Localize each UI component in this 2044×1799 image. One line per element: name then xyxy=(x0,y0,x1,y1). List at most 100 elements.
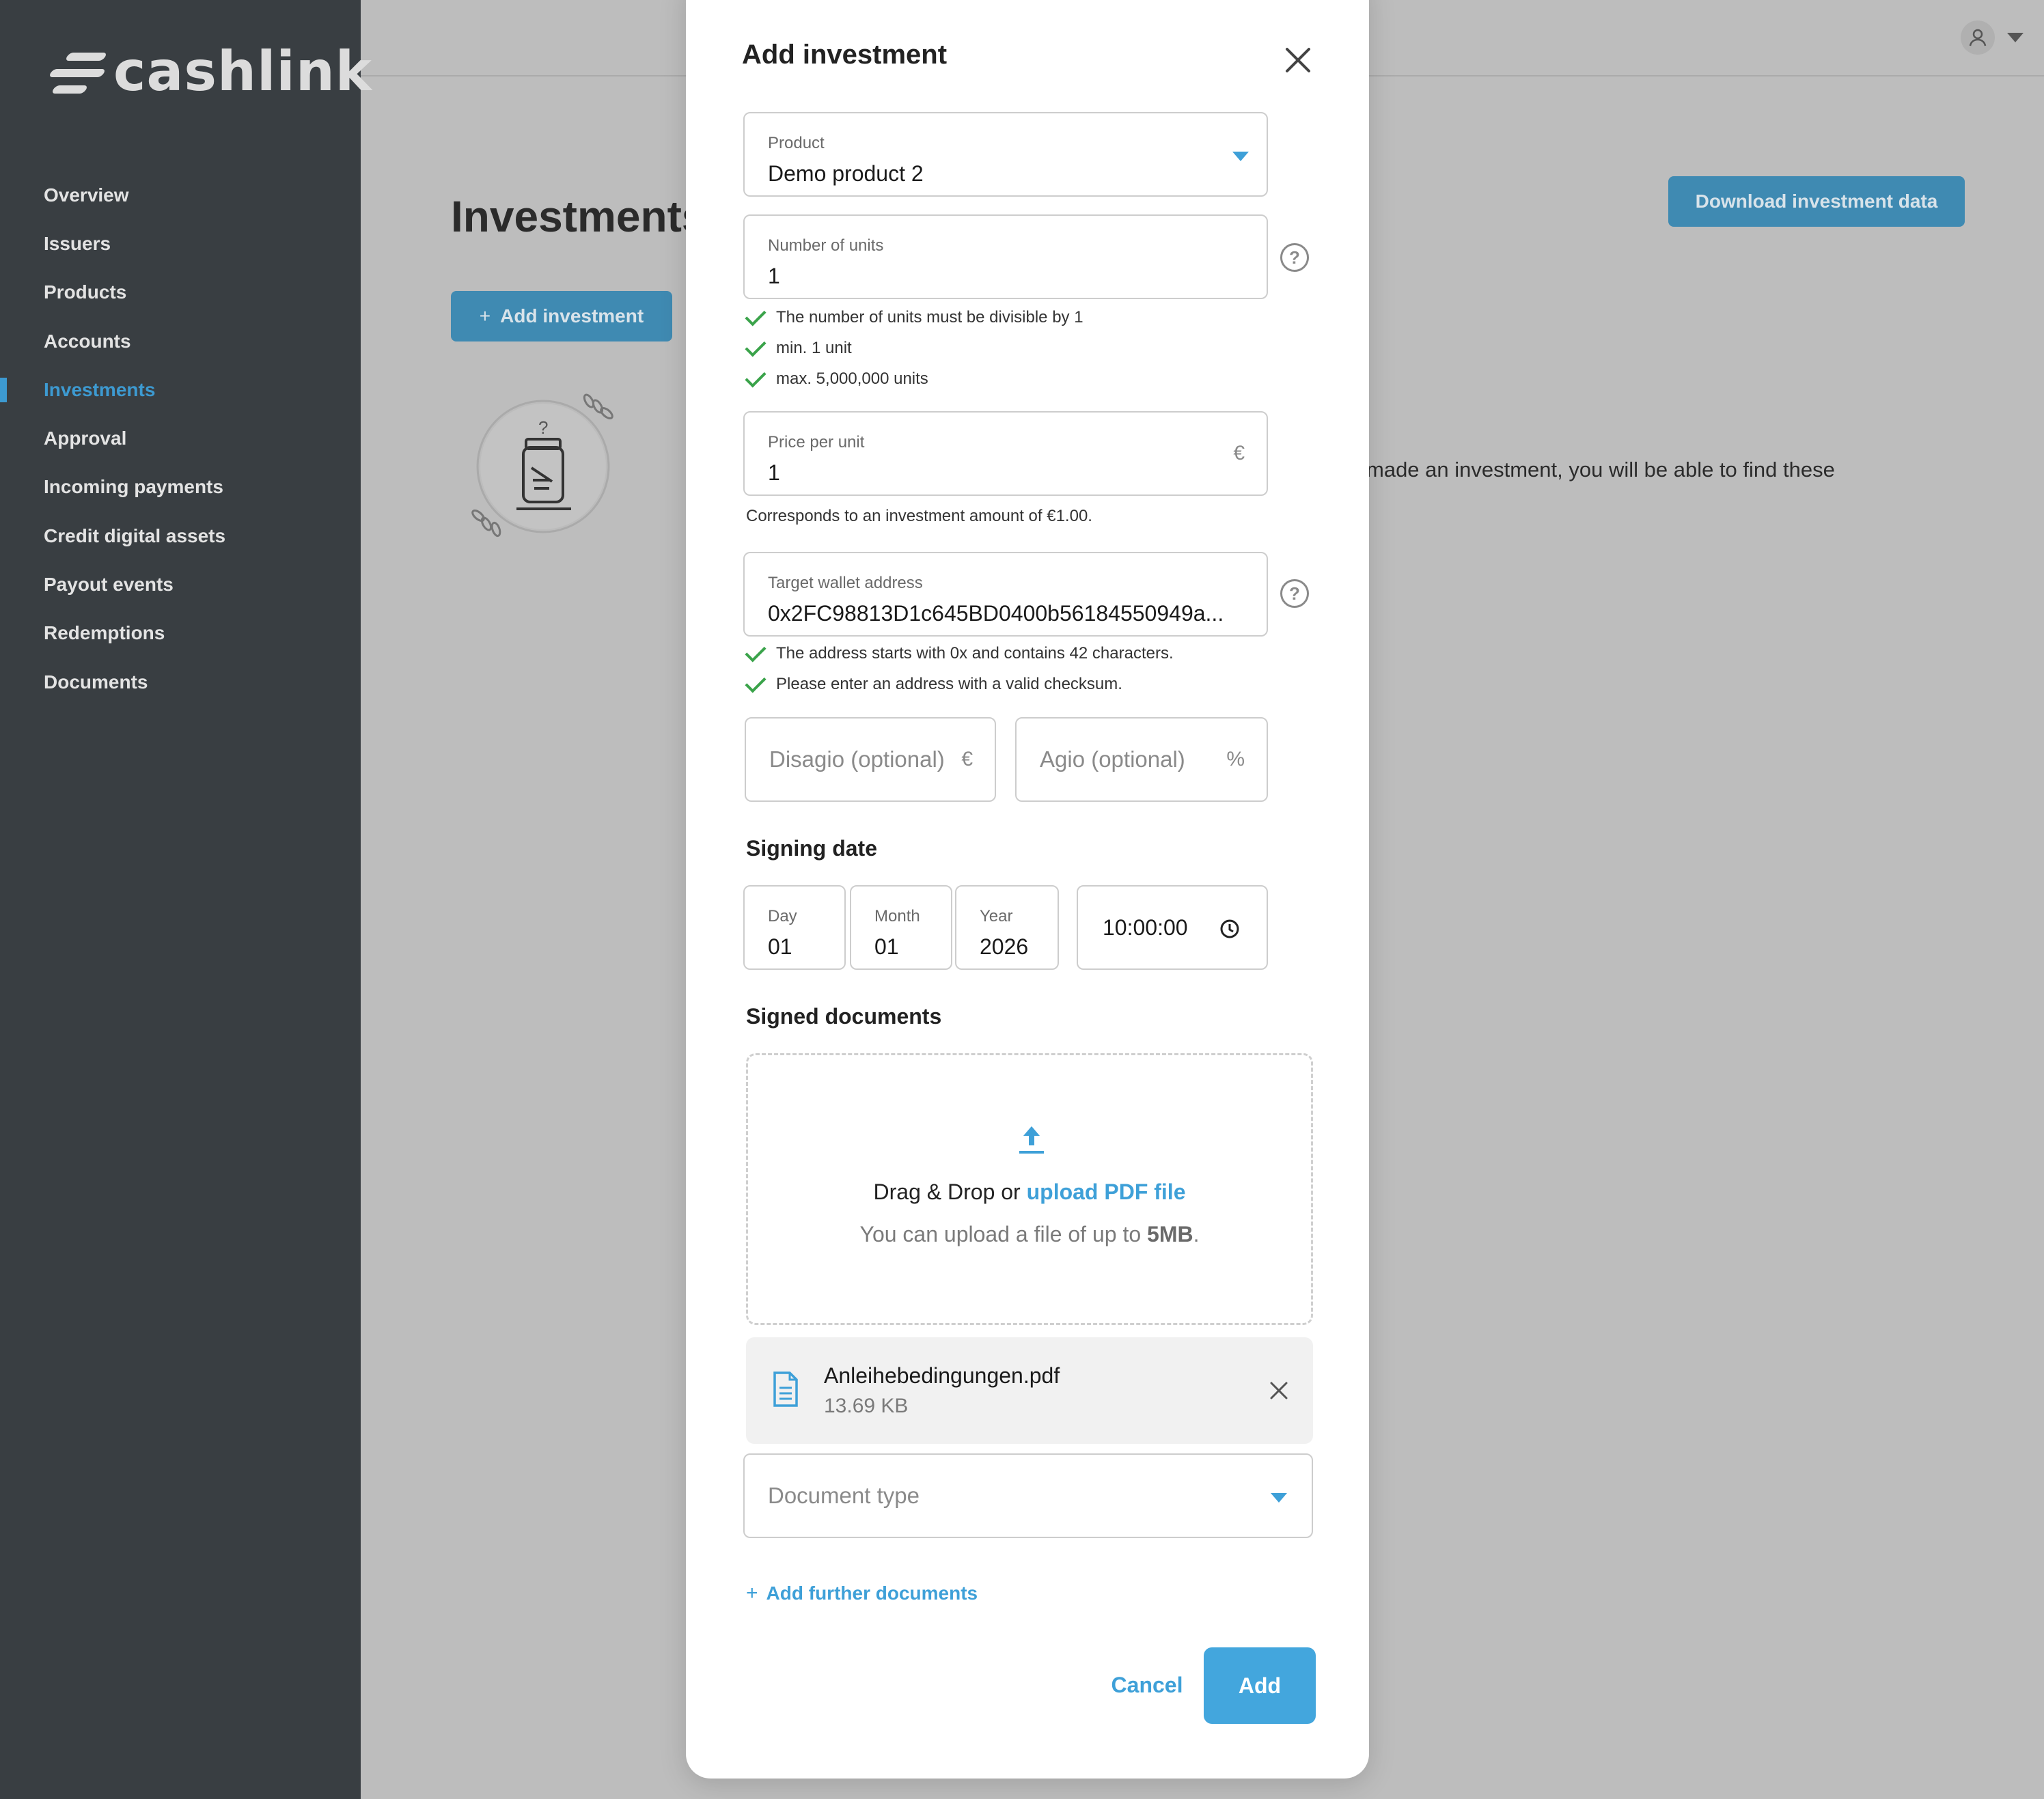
clock-icon[interactable] xyxy=(1219,918,1241,940)
download-investment-data-button[interactable]: Download investment data xyxy=(1668,176,1965,227)
uploaded-file-card: Anleihebedingungen.pdf 13.69 KB xyxy=(746,1337,1313,1444)
sidebar-item-redemptions[interactable]: Redemptions xyxy=(0,609,361,658)
upload-limit-text: You can upload a file of up to 5MB. xyxy=(748,1222,1311,1247)
sidebar-item-payout-events[interactable]: Payout events xyxy=(0,560,361,609)
document-type-select[interactable]: Document type xyxy=(743,1453,1313,1538)
month-value: 01 xyxy=(874,934,899,959)
logo-text: cashlink xyxy=(113,40,372,103)
user-menu[interactable] xyxy=(1961,20,2024,55)
agio-field[interactable]: Agio (optional) % xyxy=(1015,717,1268,802)
product-select[interactable]: Product Demo product 2 xyxy=(743,112,1268,197)
rule-text: min. 1 unit xyxy=(776,338,852,357)
page-title: Investments xyxy=(451,192,706,241)
euro-suffix: € xyxy=(961,748,973,770)
sidebar-item-credit-digital-assets[interactable]: Credit digital assets xyxy=(0,512,361,560)
sidebar-item-overview[interactable]: Overview xyxy=(0,171,361,219)
sidebar-item-incoming-payments[interactable]: Incoming payments xyxy=(0,463,361,512)
units-label: Number of units xyxy=(768,236,884,255)
sidebar-item-accounts[interactable]: Accounts xyxy=(0,317,361,365)
chevron-down-icon xyxy=(1271,1493,1287,1503)
wallet-address-field[interactable]: Target wallet address 0x2FC98813D1c645BD… xyxy=(743,552,1268,637)
price-label: Price per unit xyxy=(768,433,865,451)
close-icon[interactable] xyxy=(1265,1377,1293,1404)
file-dropzone[interactable]: Drag & Drop or upload PDF file You can u… xyxy=(746,1053,1313,1325)
close-icon[interactable] xyxy=(1278,40,1318,81)
sidebar-item-investments[interactable]: Investments xyxy=(0,365,361,414)
wallet-rules: The address starts with 0x and contains … xyxy=(746,638,1174,699)
help-icon[interactable]: ? xyxy=(1280,579,1309,608)
price-value: 1 xyxy=(768,460,780,485)
day-label: Day xyxy=(768,907,797,925)
product-value: Demo product 2 xyxy=(768,161,924,186)
add-more-label: Add further documents xyxy=(766,1582,978,1604)
file-size: 13.69 KB xyxy=(824,1395,909,1417)
euro-suffix: € xyxy=(1233,442,1245,464)
rule-text: The number of units must be divisible by… xyxy=(776,307,1083,326)
units-field[interactable]: Number of units 1 xyxy=(743,214,1268,299)
units-value: 1 xyxy=(768,264,780,288)
percent-suffix: % xyxy=(1226,748,1245,770)
month-field[interactable]: Month 01 xyxy=(850,885,952,970)
document-type-placeholder: Document type xyxy=(768,1483,920,1508)
validation-rule: Please enter an address with a valid che… xyxy=(746,669,1174,699)
month-label: Month xyxy=(874,907,920,925)
sidebar-item-approval[interactable]: Approval xyxy=(0,414,361,462)
check-icon xyxy=(746,342,766,354)
disagio-field[interactable]: Disagio (optional) € xyxy=(745,717,996,802)
agio-placeholder: Agio (optional) xyxy=(1040,747,1185,772)
logo[interactable]: cashlink xyxy=(44,41,372,102)
document-icon xyxy=(773,1371,798,1407)
add-further-documents-link[interactable]: + Add further documents xyxy=(746,1582,978,1605)
add-investment-button[interactable]: + Add investment xyxy=(451,291,672,341)
svg-text:?: ? xyxy=(538,417,548,438)
signing-date-title: Signing date xyxy=(746,836,877,861)
sidebar: cashlink Overview Issuers Products Accou… xyxy=(0,0,372,1799)
sidebar-item-documents[interactable]: Documents xyxy=(0,658,361,706)
sidebar-item-products[interactable]: Products xyxy=(0,268,361,317)
limit-suffix: . xyxy=(1193,1222,1200,1246)
day-field[interactable]: Day 01 xyxy=(743,885,846,970)
drop-text: Drag & Drop or xyxy=(873,1180,1021,1204)
year-label: Year xyxy=(980,907,1013,925)
plus-icon: + xyxy=(479,305,491,326)
time-value: 10:00:00 xyxy=(1103,915,1188,940)
user-icon xyxy=(1961,20,1995,55)
validation-rule: The number of units must be divisible by… xyxy=(746,302,1083,333)
sidebar-nav: Overview Issuers Products Accounts Inves… xyxy=(0,171,361,706)
chevron-down-icon xyxy=(1232,152,1249,161)
help-icon[interactable]: ? xyxy=(1280,243,1309,272)
check-icon xyxy=(746,678,766,691)
logo-mark-icon xyxy=(44,44,109,99)
time-field[interactable]: 10:00:00 xyxy=(1077,885,1268,970)
price-hint: Corresponds to an investment amount of €… xyxy=(746,507,1092,525)
upload-pdf-link[interactable]: upload PDF file xyxy=(1027,1180,1186,1204)
empty-state-illustration-icon: ? xyxy=(458,393,629,543)
validation-rule: The address starts with 0x and contains … xyxy=(746,638,1174,669)
empty-state-text: made an investment, you will be able to … xyxy=(1366,458,1835,482)
disagio-placeholder: Disagio (optional) xyxy=(769,747,945,772)
limit-prefix: You can upload a file of up to xyxy=(859,1222,1142,1246)
wallet-value: 0x2FC98813D1c645BD0400b56184550949a... xyxy=(768,601,1224,626)
add-button[interactable]: Add xyxy=(1204,1647,1316,1724)
year-field[interactable]: Year 2026 xyxy=(955,885,1059,970)
modal-title: Add investment xyxy=(742,40,948,70)
units-rules: The number of units must be divisible by… xyxy=(746,302,1083,394)
dropzone-text: Drag & Drop or upload PDF file xyxy=(748,1180,1311,1205)
add-investment-label: Add investment xyxy=(500,305,644,326)
file-name: Anleihebedingungen.pdf xyxy=(824,1363,1060,1388)
rule-text: max. 5,000,000 units xyxy=(776,369,928,388)
product-label: Product xyxy=(768,134,825,152)
cancel-button[interactable]: Cancel xyxy=(1096,1647,1198,1723)
year-value: 2026 xyxy=(980,934,1029,959)
chevron-down-icon xyxy=(2007,33,2024,42)
validation-rule: max. 5,000,000 units xyxy=(746,363,1083,394)
day-value: 01 xyxy=(768,934,792,959)
add-investment-modal: Add investment Product Demo product 2 Nu… xyxy=(686,0,1369,1779)
sidebar-item-issuers[interactable]: Issuers xyxy=(0,219,361,268)
check-icon xyxy=(746,311,766,324)
check-icon xyxy=(746,647,766,660)
price-per-unit-field[interactable]: Price per unit 1 € xyxy=(743,411,1268,496)
rule-text: The address starts with 0x and contains … xyxy=(776,643,1174,663)
wallet-label: Target wallet address xyxy=(768,574,923,592)
check-icon xyxy=(746,373,766,385)
